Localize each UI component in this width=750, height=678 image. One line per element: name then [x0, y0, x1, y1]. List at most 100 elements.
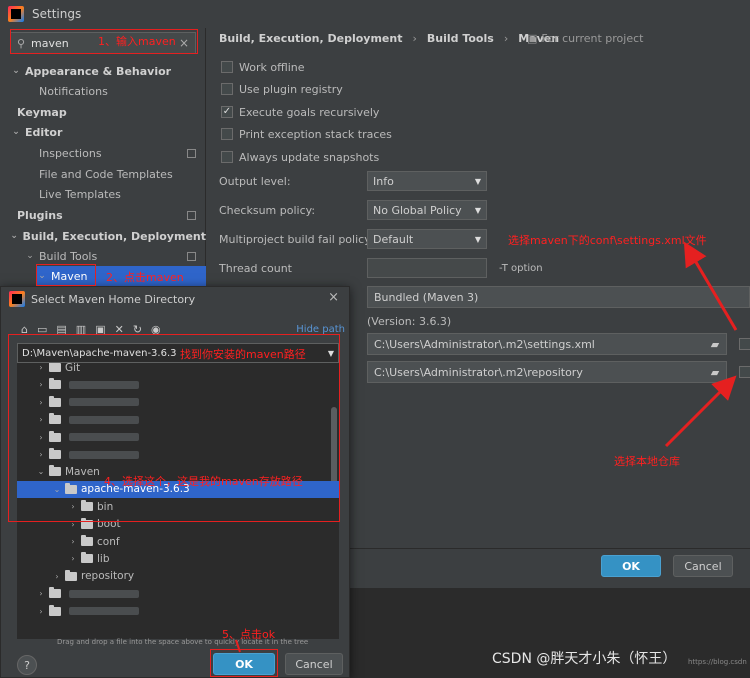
sidebar-item[interactable]: ⌄ Build Tools — [0, 246, 206, 266]
checkbox-row[interactable]: Always update snapshots — [221, 148, 379, 166]
chevron-down-icon[interactable]: ⌄ — [24, 251, 36, 261]
annotation-box-maven — [36, 264, 96, 286]
file-tree-row[interactable]: › conf — [17, 533, 339, 550]
sidebar-item-label: Editor — [25, 125, 63, 139]
maven-version: (Version: 3.6.3) — [367, 315, 452, 328]
breadcrumb-separator: › — [412, 32, 417, 45]
chevron-right-icon[interactable]: › — [51, 572, 63, 581]
override-settings-checkbox[interactable] — [739, 338, 750, 350]
sidebar-item[interactable]: File and Code Templates — [0, 164, 206, 184]
breadcrumb: Build, Execution, Deployment › Build Too… — [219, 32, 559, 45]
chevron-right-icon[interactable]: › — [67, 537, 79, 546]
sidebar-item-label: Live Templates — [39, 187, 121, 201]
chevron-down-icon[interactable]: ⌄ — [9, 231, 20, 241]
annotation-box-ok — [210, 649, 278, 677]
maven-home-dropdown[interactable]: Bundled (Maven 3) — [367, 286, 750, 308]
sidebar-item-label: Keymap — [17, 105, 67, 119]
checkbox-label: Work offline — [239, 60, 305, 74]
file-tree-row[interactable]: › repository — [17, 568, 339, 585]
local-repository-field[interactable]: C:\Users\Administrator\.m2\repository — [367, 361, 727, 383]
sidebar-item[interactable]: ⌄ Build, Execution, Deployment — [0, 226, 206, 246]
user-settings-file-field[interactable]: C:\Users\Administrator\.m2\settings.xml — [367, 333, 727, 355]
sidebar-item[interactable]: Notifications — [0, 81, 206, 101]
breadcrumb-item[interactable]: Build Tools — [427, 32, 494, 45]
breadcrumb-item[interactable]: Build, Execution, Deployment — [219, 32, 402, 45]
override-repository-checkbox[interactable] — [739, 366, 750, 378]
checkbox-row[interactable]: Work offline — [221, 58, 305, 76]
thread-count-suffix: -T option — [499, 263, 543, 274]
sidebar-item-label: Notifications — [39, 84, 108, 98]
for-current-project: ▣ For current project — [527, 32, 643, 45]
checkbox[interactable] — [221, 61, 233, 73]
chevron-right-icon[interactable]: › — [67, 554, 79, 563]
settings-ok-button[interactable]: OK — [601, 555, 661, 577]
hide-path-link[interactable]: Hide path — [296, 324, 345, 335]
sidebar-item-label: Plugins — [17, 208, 63, 222]
thread-count-input[interactable] — [367, 258, 487, 278]
sidebar-item[interactable]: Plugins — [0, 205, 206, 225]
checkbox-label: Print exception stack traces — [239, 127, 392, 141]
browse-folder-icon[interactable]: ▰ — [707, 365, 723, 379]
output-level-dropdown[interactable]: Info ▼ — [367, 171, 487, 191]
checkbox[interactable] — [221, 128, 233, 140]
folder-icon — [49, 604, 61, 616]
folder-icon — [65, 569, 77, 581]
intellij-logo-icon — [8, 6, 24, 22]
annotation-step2: 2、点击maven — [106, 271, 184, 284]
checksum-policy-value: No Global Policy — [373, 203, 462, 217]
sidebar-item[interactable]: ⌄ Editor — [0, 122, 206, 142]
chevron-right-icon[interactable]: › — [35, 607, 47, 616]
fail-policy-label: Multiproject build fail policy: — [219, 233, 374, 246]
annotation-step3: 找到你安装的maven路径 — [180, 348, 306, 361]
fail-policy-dropdown[interactable]: Default ▼ — [367, 229, 487, 249]
settings-cancel-button[interactable]: Cancel — [673, 555, 733, 577]
checkbox[interactable] — [221, 151, 233, 163]
checksum-policy-label: Checksum policy: — [219, 204, 316, 217]
folder-icon — [49, 587, 61, 599]
file-tree-row[interactable]: › lib — [17, 550, 339, 567]
csdn-watermark-url: https://blog.csdn — [688, 658, 747, 666]
checkbox-row[interactable]: Use plugin registry — [221, 80, 343, 98]
chevron-down-icon[interactable]: ⌄ — [10, 127, 22, 137]
checkbox-label: Always update snapshots — [239, 150, 380, 164]
settings-sidebar: ⚲ × ⌄Appearance & BehaviorNotificationsK… — [0, 28, 206, 290]
checkbox-row[interactable]: ✓ Execute goals recursively — [221, 103, 379, 121]
folder-name: lib — [97, 552, 110, 565]
maven-home-value: Bundled (Maven 3) — [374, 290, 479, 304]
annotation-repo-hint: 选择本地仓库 — [614, 455, 680, 468]
sidebar-item[interactable]: ⌄ Appearance & Behavior — [0, 61, 206, 81]
folder-name: repository — [81, 570, 135, 583]
sidebar-item-label: File and Code Templates — [39, 167, 173, 181]
project-scope-icon — [187, 251, 196, 261]
checksum-policy-dropdown[interactable]: No Global Policy ▼ — [367, 200, 487, 220]
user-settings-file-value: C:\Users\Administrator\.m2\settings.xml — [374, 337, 595, 351]
checked-checkbox[interactable]: ✓ — [221, 106, 233, 118]
folder-icon — [81, 552, 93, 564]
folder-name: conf — [97, 535, 120, 548]
dropdown-arrow-icon: ▼ — [474, 234, 481, 244]
checkbox-row[interactable]: Print exception stack traces — [221, 125, 392, 143]
annotation-step1: 1、输入maven — [98, 35, 176, 48]
sidebar-item[interactable]: Live Templates — [0, 184, 206, 204]
thread-count-label: Thread count — [219, 262, 292, 275]
checkbox-label: Use plugin registry — [239, 82, 343, 96]
chevron-right-icon[interactable]: › — [35, 589, 47, 598]
file-tree-row[interactable]: › — [17, 603, 339, 620]
window-titlebar: Settings — [0, 0, 750, 28]
sidebar-item[interactable]: Inspections — [0, 143, 206, 163]
project-scope-icon — [187, 148, 196, 158]
dialog-title: Select Maven Home Directory — [31, 292, 196, 306]
folder-icon — [81, 535, 93, 546]
close-icon[interactable]: × — [328, 290, 339, 305]
checkbox[interactable] — [221, 83, 233, 95]
file-tree-row[interactable]: › — [17, 585, 339, 602]
for-project-label: For current project — [541, 32, 644, 45]
browse-folder-icon[interactable]: ▰ — [707, 337, 723, 351]
dialog-cancel-button[interactable]: Cancel — [285, 653, 343, 675]
sidebar-item-label: Appearance & Behavior — [25, 64, 172, 78]
sidebar-item[interactable]: Keymap — [0, 102, 206, 122]
help-button[interactable]: ? — [17, 655, 37, 675]
local-repository-value: C:\Users\Administrator\.m2\repository — [374, 365, 583, 379]
fail-policy-value: Default — [373, 232, 414, 246]
chevron-down-icon[interactable]: ⌄ — [10, 66, 22, 76]
